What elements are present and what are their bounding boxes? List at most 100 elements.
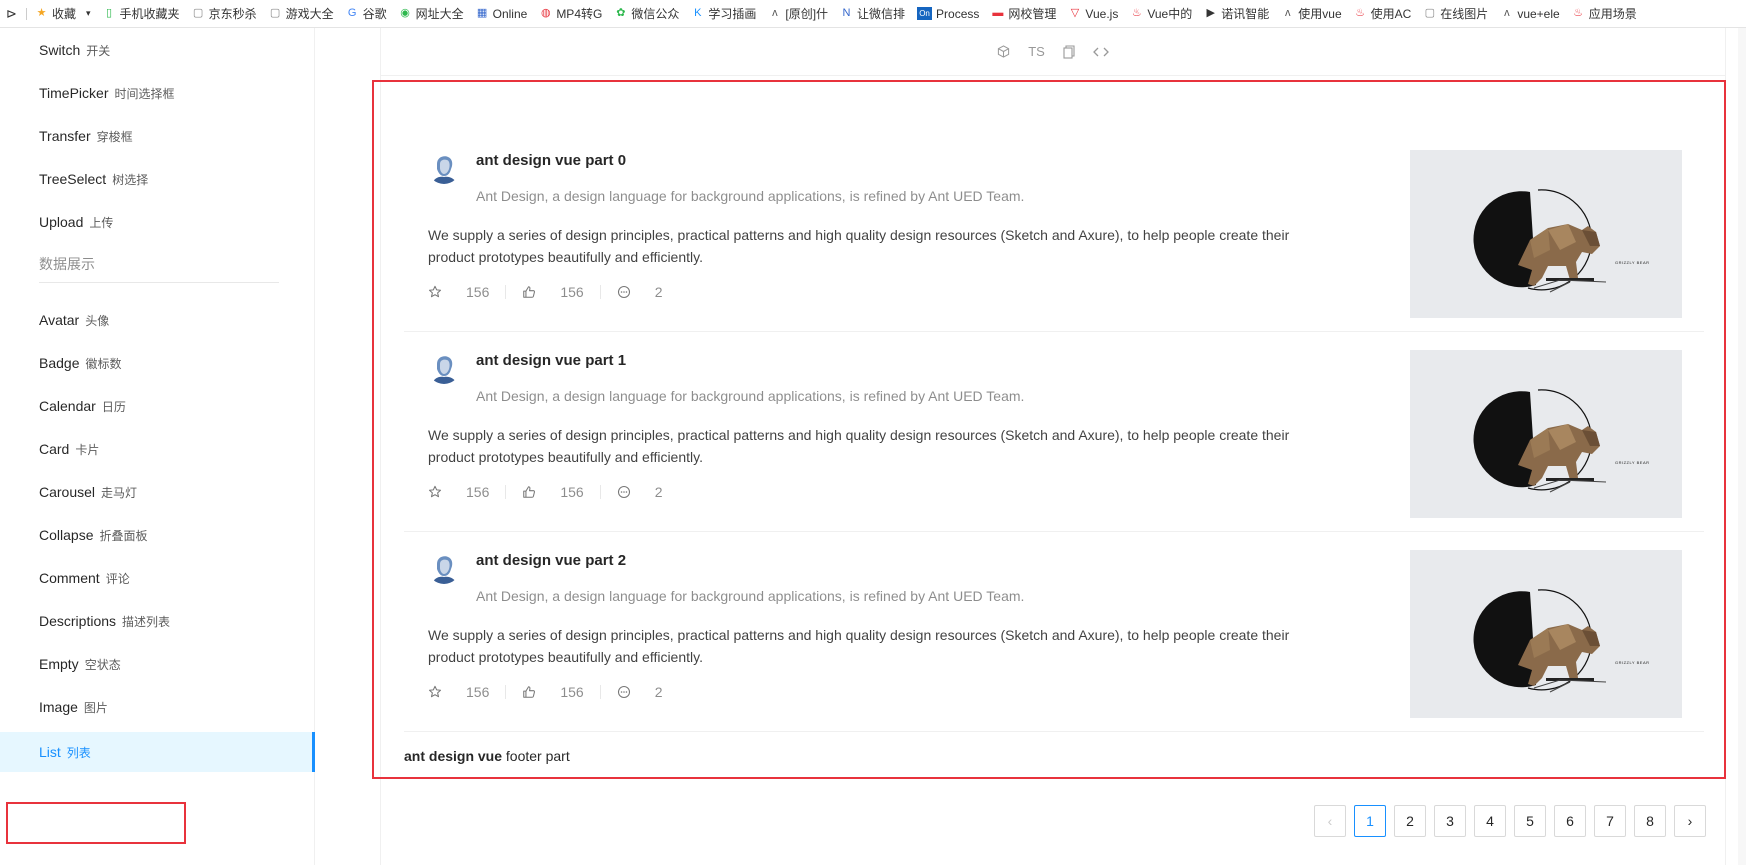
sidebar-item-carousel[interactable]: Carousel 走马灯	[0, 472, 315, 512]
pagination-page-7[interactable]: 7	[1594, 805, 1626, 837]
sidebar-item-label: Empty	[39, 656, 79, 672]
bookmark-item[interactable]: ᴧ vue+ele	[1500, 7, 1560, 21]
bookmark-item[interactable]: ◉ 网址大全	[399, 5, 464, 22]
bookmarks-bar: ⊳ ★ 收藏 ▾ ▯ 手机收藏夹 ▢ 京东秒杀 ▢ 游戏大全 G 谷歌 ◉ 网址大全 ▦ Online ◍ MP…	[0, 0, 1746, 28]
bookmark-item[interactable]: ▢ 在线图片	[1423, 5, 1489, 22]
sidebar-item-treeselect[interactable]: TreeSelect 树选择	[0, 159, 315, 199]
bookmark-item[interactable]: ✿ 微信公众	[614, 5, 679, 22]
sidebar-item-calendar[interactable]: Calendar 日历	[0, 386, 315, 426]
pagination-page-4[interactable]: 4	[1474, 805, 1506, 837]
sidebar-item-label: TimePicker	[39, 85, 109, 101]
sidebar-item-label: Avatar	[39, 312, 80, 328]
message-count-action[interactable]: 2	[617, 284, 663, 300]
bookmark-item[interactable]: ★ 收藏 ▾	[35, 5, 91, 22]
chevron-down-icon[interactable]: ▾	[86, 8, 91, 19]
sidebar-item-descriptions[interactable]: Descriptions 描述列表	[0, 601, 315, 641]
sidebar-item-badge[interactable]: Badge 徽标数	[0, 343, 315, 383]
code-expand-icon[interactable]	[1092, 46, 1109, 58]
sidebar-menu: Switch 开关 TimePicker 时间选择框 Transfer 穿梭框 TreeSe…	[0, 28, 315, 865]
divider	[505, 685, 507, 699]
bookmark-item[interactable]: G 谷歌	[346, 5, 387, 22]
bookmark-label: 网址大全	[415, 7, 464, 21]
ts-toggle[interactable]: TS	[1028, 44, 1045, 59]
sidebar-item-label: Card	[39, 441, 70, 457]
sidebar-item-image[interactable]: Image 图片	[0, 687, 315, 727]
list-item-title[interactable]: ant design vue part 0	[476, 152, 626, 169]
star-count-action[interactable]: 156	[428, 284, 489, 300]
n-icon: N	[842, 7, 851, 19]
highlight-box-list-menu	[6, 802, 186, 844]
scrollbar[interactable]	[1738, 28, 1746, 865]
list-footer-text: footer part	[502, 748, 570, 764]
like-count-action[interactable]: 156	[522, 484, 584, 500]
sidebar-item-label: Image	[39, 699, 78, 715]
image-caption: GRIZZLY BEAR	[1615, 460, 1650, 465]
list-item-title[interactable]: ant design vue part 2	[476, 552, 626, 569]
message-count-action[interactable]: 2	[617, 684, 663, 700]
like-icon	[522, 685, 548, 699]
like-count: 156	[560, 484, 584, 500]
sidebar-item-timepicker[interactable]: TimePicker 时间选择框	[0, 73, 315, 113]
sidebar-item-label: Transfer	[39, 128, 91, 144]
sidebar-item-label: Carousel	[39, 484, 96, 500]
pagination-page-1[interactable]: 1	[1354, 805, 1386, 837]
bookmark-item[interactable]: ♨ Vue中的	[1130, 5, 1192, 22]
bookmark-item[interactable]: K 学习插画	[691, 5, 756, 22]
pagination-page-8[interactable]: 8	[1634, 805, 1666, 837]
wechat-icon: ✿	[616, 7, 626, 19]
copy-icon[interactable]	[1063, 44, 1075, 59]
bookmark-label: 京东秒杀	[208, 7, 257, 21]
sidebar-item-switch[interactable]: Switch 开关	[0, 30, 315, 70]
vue-icon: ▽	[1070, 7, 1080, 19]
bookmark-item[interactable]: ᴧ [原创]什	[768, 5, 828, 22]
bookmark-label: Process	[936, 6, 980, 21]
pagination-page-5[interactable]: 5	[1514, 805, 1546, 837]
pagination-page-6[interactable]: 6	[1554, 805, 1586, 837]
sidebar-item-transfer[interactable]: Transfer 穿梭框	[0, 116, 315, 156]
bookmark-item[interactable]: ♨ 使用AC	[1354, 5, 1411, 22]
star-count-action[interactable]: 156	[428, 484, 489, 500]
list-item-title[interactable]: ant design vue part 1	[476, 352, 626, 369]
bookmark-item[interactable]: N 让微信排	[840, 5, 906, 22]
bookmark-item[interactable]: ▽ Vue.js	[1068, 7, 1119, 21]
like-count-action[interactable]: 156	[522, 684, 584, 700]
like-count: 156	[560, 684, 584, 700]
message-count-action[interactable]: 2	[617, 484, 663, 500]
bookmark-item[interactable]: ♨ 应用场景	[1572, 5, 1636, 22]
bookmark-item[interactable]: ▢ 游戏大全	[269, 5, 334, 22]
sidebar-toggle-icon[interactable]: ⊳	[6, 6, 24, 22]
bookmark-item[interactable]: On Process	[917, 7, 979, 21]
bookmark-item[interactable]: ◍ MP4转G	[539, 5, 602, 22]
list-footer-bold: ant design vue	[404, 748, 503, 764]
sidebar-item-sublabel: 穿梭框	[96, 129, 133, 144]
bookmark-item[interactable]: ▯ 手机收藏夹	[103, 5, 180, 22]
divider	[599, 485, 601, 499]
sidebar-item-empty[interactable]: Empty 空状态	[0, 644, 315, 684]
pagination-prev-button[interactable]: ‹	[1314, 805, 1346, 837]
sidebar-item-label: TreeSelect	[39, 171, 107, 187]
codesandbox-icon[interactable]	[997, 45, 1010, 58]
bookmark-item[interactable]: ▶ 诺讯智能	[1204, 5, 1270, 22]
star-count-action[interactable]: 156	[428, 684, 489, 700]
image-caption: GRIZZLY BEAR	[1615, 260, 1650, 265]
sidebar-item-upload[interactable]: Upload 上传	[0, 202, 315, 242]
divider	[599, 685, 601, 699]
sidebar-item-card[interactable]: Card 卡片	[0, 429, 315, 469]
pagination-page-2[interactable]: 2	[1394, 805, 1426, 837]
sidebar-item-avatar[interactable]: Avatar 头像	[0, 300, 315, 340]
pagination-page-3[interactable]: 3	[1434, 805, 1466, 837]
bookmark-item[interactable]: ▦ Online	[476, 7, 527, 21]
divider	[599, 285, 601, 299]
bookmark-label: 手机收藏夹	[119, 7, 180, 21]
like-count-action[interactable]: 156	[522, 284, 584, 300]
sidebar-item-collapse[interactable]: Collapse 折叠面板	[0, 515, 315, 555]
sidebar-item-sublabel: 日历	[101, 399, 126, 414]
bookmark-label: 使用vue	[1298, 7, 1342, 21]
bookmark-item[interactable]: ᴧ 使用vue	[1281, 5, 1342, 22]
sidebar-item-comment[interactable]: Comment 评论	[0, 558, 315, 598]
sidebar-item-list[interactable]: List 列表	[0, 732, 315, 772]
pagination-next-button[interactable]: ›	[1674, 805, 1706, 837]
bookmark-item[interactable]: ▢ 京东秒杀	[192, 5, 257, 22]
bookmark-item[interactable]: ▬ 网校管理	[991, 5, 1056, 22]
message-count: 2	[654, 484, 663, 500]
